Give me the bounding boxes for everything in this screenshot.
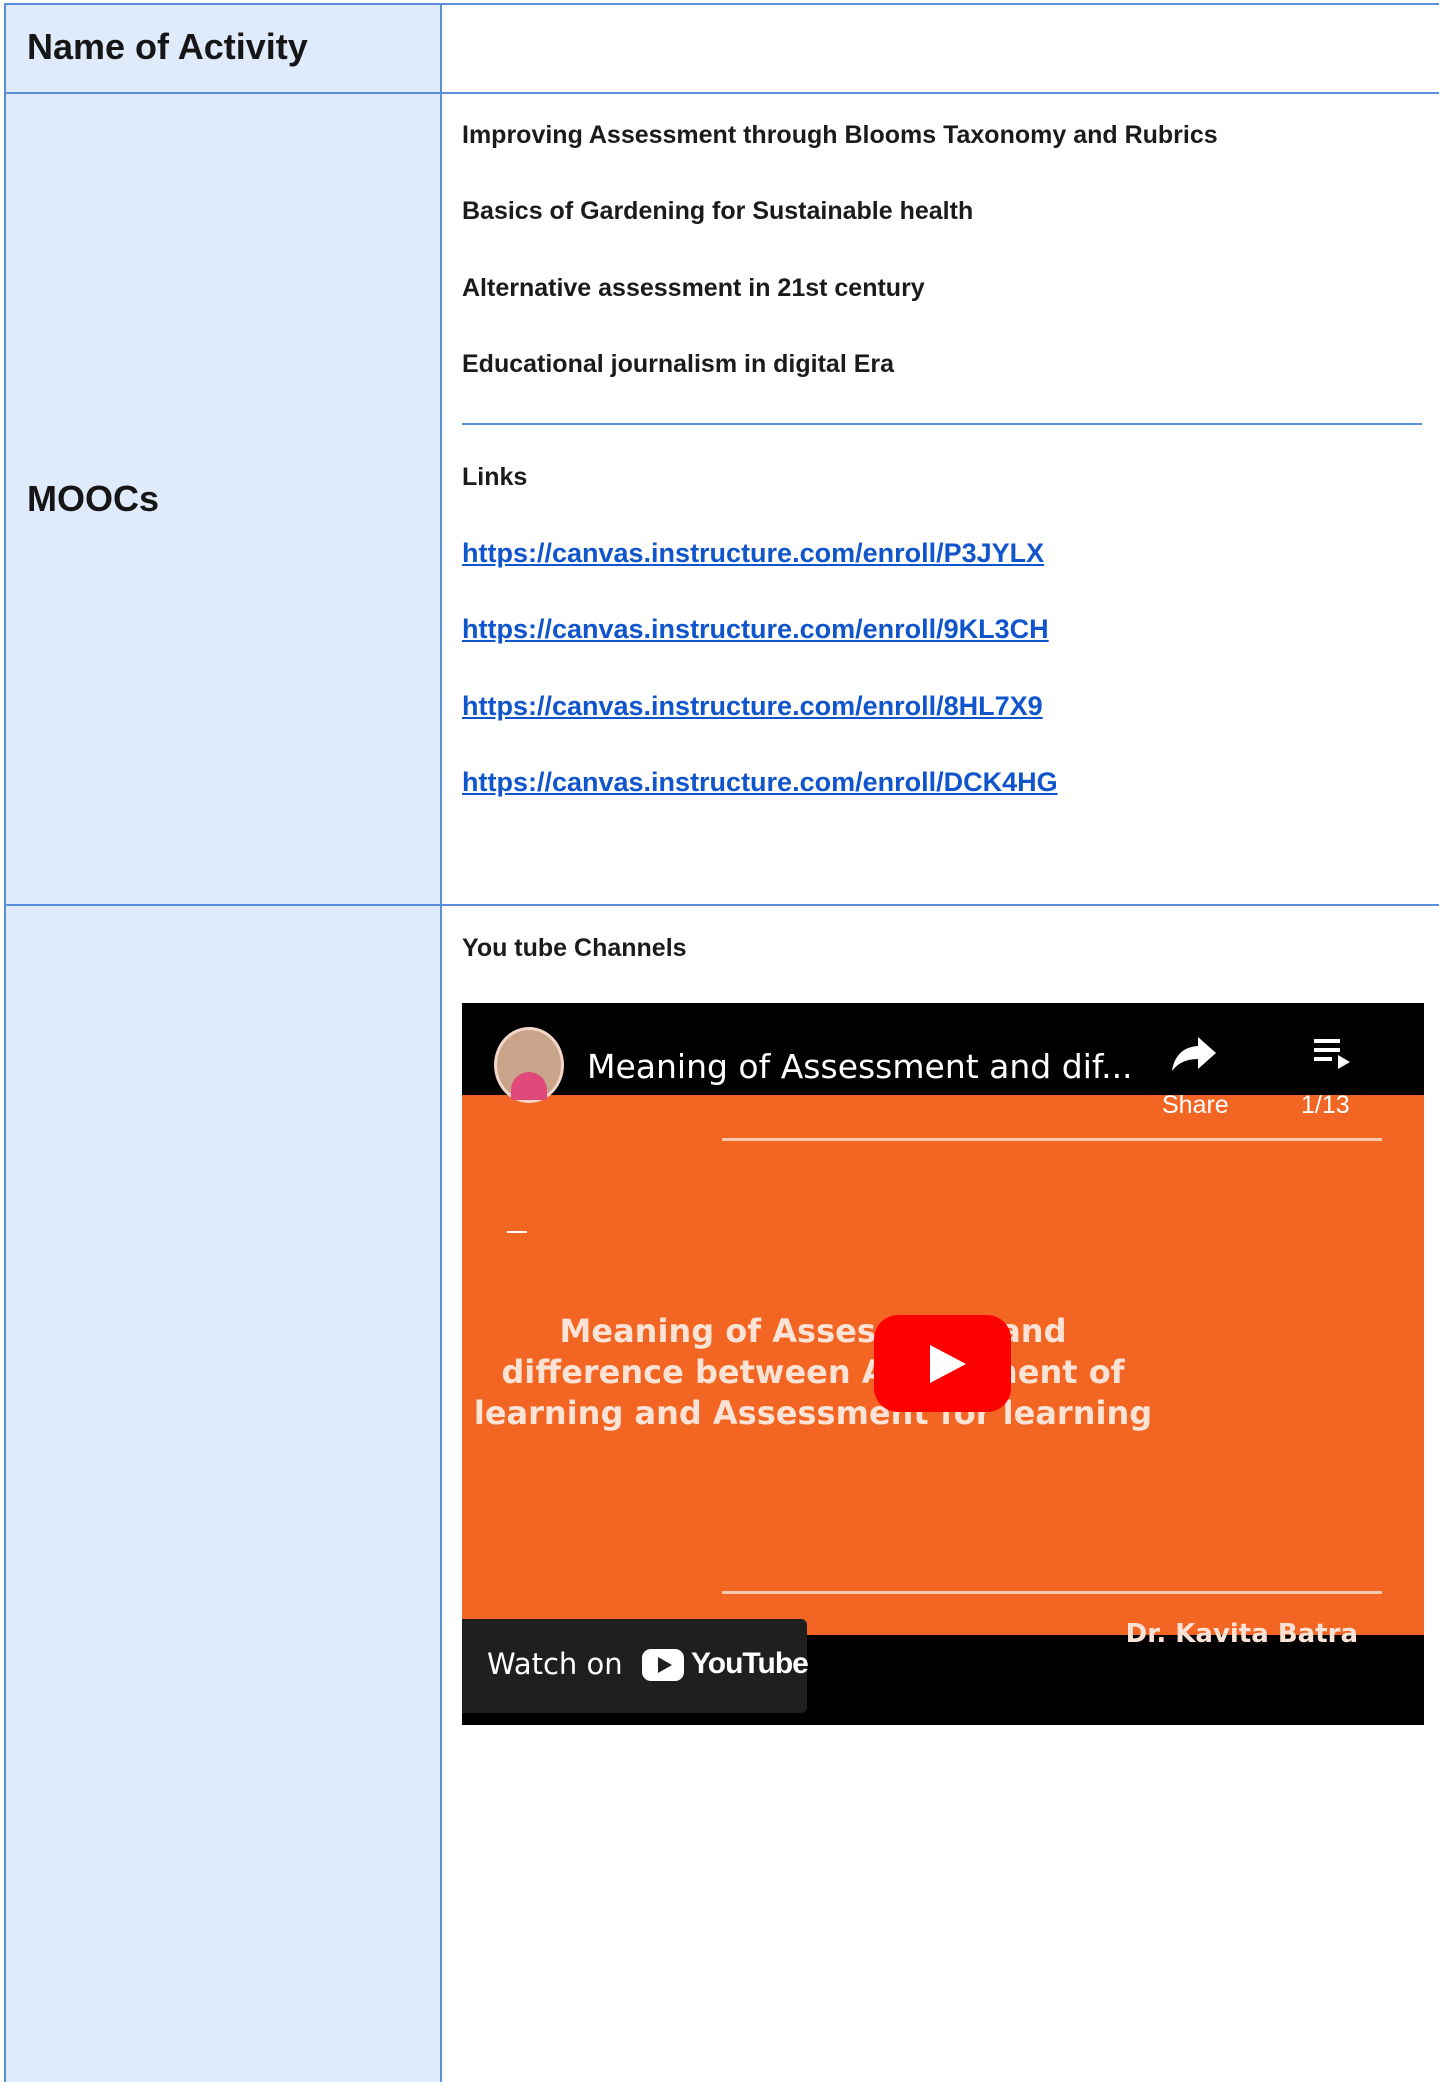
channel-avatar[interactable]	[494, 1027, 564, 1103]
header-label: Name of Activity	[27, 26, 308, 67]
mooc-label: MOOCs	[27, 478, 160, 519]
mooc-item: Educational journalism in digital Era	[462, 350, 895, 378]
playlist-icon[interactable]	[1312, 1035, 1352, 1071]
table-top-border	[5, 3, 1439, 5]
mooc-item: Alternative assessment in 21st century	[462, 274, 925, 302]
slide-author: Dr. Kavita Batra	[1125, 1619, 1358, 1649]
links-heading: Links	[462, 463, 528, 491]
section-divider	[462, 423, 1422, 425]
row-divider-header	[5, 92, 1439, 94]
youtube-embed[interactable]: Meaning of Assessment and difference bet…	[462, 1003, 1424, 1725]
slide-line-top	[722, 1138, 1382, 1141]
table-left-border	[4, 3, 6, 2082]
share-label[interactable]: Share	[1162, 1091, 1229, 1120]
mooc-item: Basics of Gardening for Sustainable heal…	[462, 197, 974, 225]
enroll-link-p3jylx[interactable]: https://canvas.instructure.com/enroll/P3…	[462, 538, 1044, 569]
play-button[interactable]	[874, 1315, 1011, 1412]
playlist-count[interactable]: 1/13	[1301, 1091, 1350, 1120]
youtube-heading: You tube Channels	[462, 934, 687, 962]
slide-dash	[507, 1231, 527, 1233]
mooc-item: Improving Assessment through Blooms Taxo…	[462, 121, 1218, 149]
row-divider-moocs	[5, 904, 1439, 906]
enroll-link-dck4hg[interactable]: https://canvas.instructure.com/enroll/DC…	[462, 767, 1058, 798]
video-title[interactable]: Meaning of Assessment and dif...	[587, 1047, 1133, 1086]
label-column	[5, 3, 440, 2082]
watch-on-label: Watch on	[487, 1647, 623, 1681]
share-icon[interactable]	[1170, 1033, 1218, 1073]
watch-on-youtube-button[interactable]: Watch on YouTube	[462, 1619, 809, 1713]
enroll-link-8hl7x9[interactable]: https://canvas.instructure.com/enroll/8H…	[462, 691, 1043, 722]
column-divider	[440, 3, 442, 2082]
activity-table: Name of Activity MOOCs Improving Assessm…	[0, 0, 1439, 2082]
enroll-link-9kl3ch[interactable]: https://canvas.instructure.com/enroll/9K…	[462, 614, 1049, 645]
youtube-wordmark: YouTube	[691, 1647, 809, 1680]
youtube-logo-icon	[642, 1649, 684, 1681]
slide-line-bottom	[722, 1591, 1382, 1594]
